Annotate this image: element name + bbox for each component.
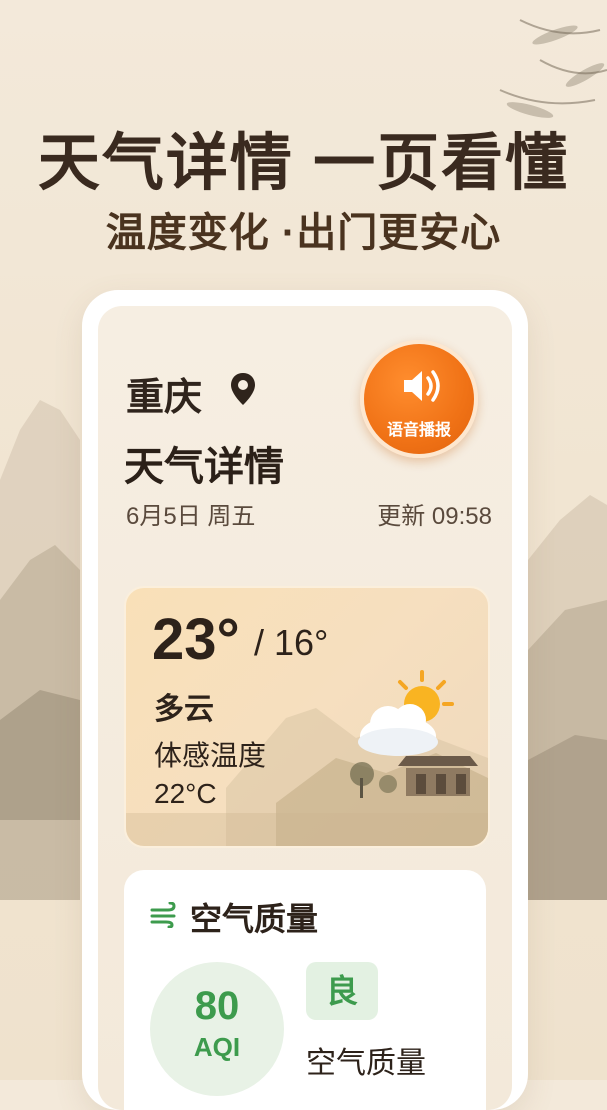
page-title: 天气详情 [124, 445, 284, 489]
speaker-icon [404, 370, 440, 402]
weather-card[interactable]: 23° / 16° 多云 体感温度 22°C [124, 586, 490, 848]
feels-like-label: 体感温度 [154, 740, 267, 771]
air-quality-sub-label: 空气质量 [306, 1047, 426, 1080]
air-quality-title: 空气质量 [190, 901, 319, 937]
date-text: 6月5日 周五 [126, 503, 256, 530]
update-time: 更新 09:58 [377, 503, 492, 530]
weather-condition: 多云 [154, 693, 214, 726]
app-screen: 重庆 语音播报 天气详情 6月5日 周五 更新 09:58 23° / 16° … [98, 306, 512, 1110]
aqi-badge: 80 AQI [150, 962, 284, 1096]
phone-frame: 重庆 语音播报 天气详情 6月5日 周五 更新 09:58 23° / 16° … [82, 290, 528, 1110]
wind-icon [150, 902, 176, 928]
location-pin-icon[interactable] [230, 372, 256, 406]
temperature-low: / 16° [254, 622, 329, 663]
headline-sub: 温度变化 ·出门更安心 [105, 211, 502, 255]
voice-broadcast-label: 语音播报 [386, 422, 451, 439]
air-quality-card[interactable]: 空气质量 80 AQI 良 空气质量 [124, 870, 486, 1110]
aqi-value: 80 [194, 984, 240, 1028]
voice-broadcast-button[interactable]: 语音播报 [360, 340, 478, 458]
aqi-unit: AQI [193, 1032, 241, 1062]
city-name[interactable]: 重庆 [126, 366, 202, 421]
temperature-high: 23° [152, 607, 240, 672]
partly-cloudy-icon [358, 670, 454, 756]
air-quality-grade: 良 [306, 962, 378, 1020]
headline-main: 天气详情 一页看懂 [37, 129, 570, 198]
feels-like-value: 22°C [154, 778, 217, 809]
